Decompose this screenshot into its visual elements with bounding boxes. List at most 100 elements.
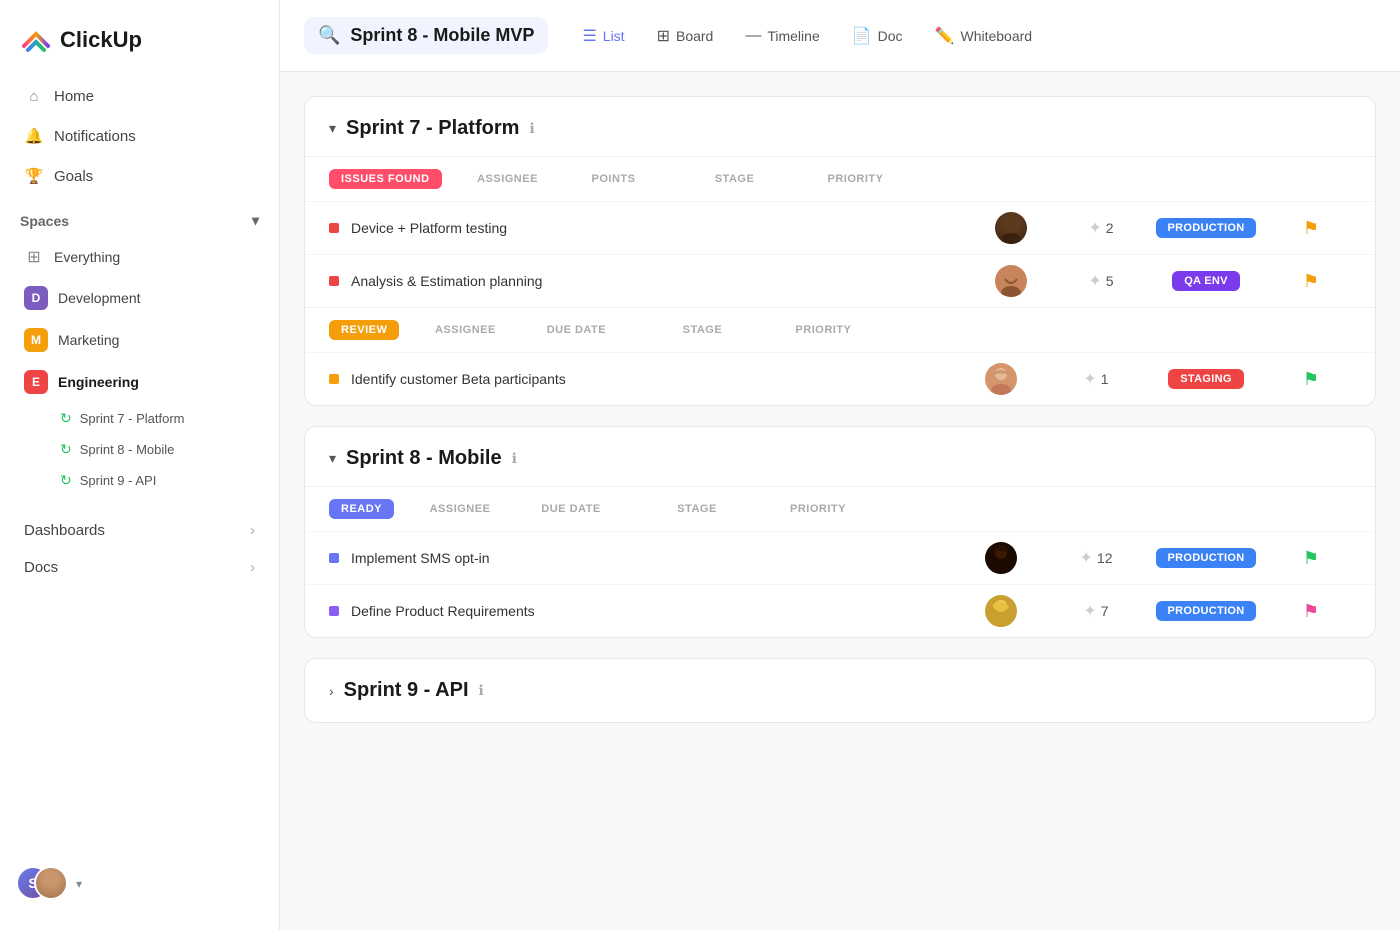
avatar — [995, 265, 1027, 297]
task-stage: QA ENV — [1141, 271, 1271, 291]
task-dot — [329, 223, 339, 233]
sidebar-item-development-label: Development — [58, 290, 141, 306]
sidebar-item-home[interactable]: ⌂ Home — [12, 76, 267, 116]
sidebar-sprint7[interactable]: ↻ Sprint 7 - Platform — [12, 404, 267, 433]
sprint8-icon: ↻ — [60, 441, 72, 458]
stage-badge: PRODUCTION — [1156, 548, 1257, 568]
task-duedate: ✦ 1 — [1051, 369, 1141, 389]
tab-list-label: List — [603, 28, 625, 44]
priority-flag-icon: ⚑ — [1303, 548, 1319, 569]
col-priority-header3: PRIORITY — [778, 503, 858, 515]
trophy-icon: 🏆 — [24, 166, 44, 186]
search-icon: 🔍 — [318, 25, 340, 46]
sidebar-sprint8[interactable]: ↻ Sprint 8 - Mobile — [12, 435, 267, 464]
timeline-icon: — — [745, 27, 761, 45]
duedate-icon3: ✦ — [1083, 601, 1096, 621]
task-priority: ⚑ — [1271, 601, 1351, 622]
task-duedate: ✦ 7 — [1051, 601, 1141, 621]
task-points: ✦ 5 — [1061, 271, 1141, 291]
sidebar-item-development[interactable]: D Development — [12, 278, 267, 318]
sprint7-header: ▾ Sprint 7 - Platform ℹ — [305, 97, 1375, 156]
task-priority: ⚑ — [1271, 218, 1351, 239]
sidebar-bottom-nav: Dashboards › Docs › — [0, 504, 279, 594]
stage-badge: PRODUCTION — [1156, 218, 1257, 238]
stage-badge: PRODUCTION — [1156, 601, 1257, 621]
sprint8-title: Sprint 8 - Mobile — [346, 447, 502, 470]
topbar-title-area[interactable]: 🔍 Sprint 8 - Mobile MVP — [304, 17, 548, 54]
table-row[interactable]: Identify customer Beta participants ✦ 1 … — [305, 352, 1375, 405]
task-name: Identify customer Beta participants — [351, 371, 951, 387]
sprint7-issues-header: ISSUES FOUND ASSIGNEE POINTS STAGE PRIOR… — [305, 157, 1375, 201]
task-priority: ⚑ — [1271, 548, 1351, 569]
sprint9-card: › Sprint 9 - API ℹ — [304, 658, 1376, 723]
col-points-header: POINTS — [574, 173, 654, 185]
sprint9-info-icon[interactable]: ℹ — [479, 682, 484, 699]
sprint9-expand-button[interactable]: › — [329, 683, 334, 699]
sprint8-collapse-button[interactable]: ▾ — [329, 450, 336, 467]
sprint9-title: Sprint 9 - API — [344, 679, 469, 702]
sidebar-sprint9-label: Sprint 9 - API — [80, 473, 157, 488]
task-stage: PRODUCTION — [1141, 218, 1271, 238]
user-profile[interactable]: S ▾ — [0, 854, 279, 914]
task-stage: PRODUCTION — [1141, 548, 1271, 568]
tab-doc[interactable]: 📄 Doc — [838, 18, 917, 54]
sidebar-item-notifications[interactable]: 🔔 Notifications — [12, 116, 267, 156]
table-row[interactable]: Device + Platform testing ✦ 2 PRODUCTION — [305, 201, 1375, 254]
marketing-badge: M — [24, 328, 48, 352]
tab-list[interactable]: ☰ List — [568, 18, 638, 54]
sidebar-sprint9[interactable]: ↻ Sprint 9 - API — [12, 466, 267, 495]
priority-flag-icon: ⚑ — [1303, 369, 1319, 390]
table-row[interactable]: Analysis & Estimation planning ✦ 5 QA EN… — [305, 254, 1375, 307]
sidebar-item-everything[interactable]: ⊞ Everything — [12, 238, 267, 276]
sidebar-sprint7-label: Sprint 7 - Platform — [80, 411, 185, 426]
col-duedate-header: DUE DATE — [531, 324, 621, 336]
task-stage: STAGING — [1141, 369, 1271, 389]
avatar — [985, 595, 1017, 627]
sprint7-collapse-button[interactable]: ▾ — [329, 120, 336, 137]
task-assignee — [951, 542, 1051, 574]
sidebar-item-marketing[interactable]: M Marketing — [12, 320, 267, 360]
sprint8-ready-group: READY ASSIGNEE DUE DATE STAGE PRIORITY I… — [305, 486, 1375, 637]
priority-flag-icon: ⚑ — [1303, 271, 1319, 292]
tab-board[interactable]: ⊞ Board — [643, 18, 728, 54]
sprint7-issues-group: ISSUES FOUND ASSIGNEE POINTS STAGE PRIOR… — [305, 156, 1375, 307]
tab-timeline[interactable]: — Timeline — [731, 19, 833, 53]
task-dot — [329, 276, 339, 286]
tab-board-label: Board — [676, 28, 713, 44]
spaces-header[interactable]: Spaces ▾ — [20, 212, 259, 229]
sidebar-item-home-label: Home — [54, 88, 94, 105]
avatar — [985, 542, 1017, 574]
tab-timeline-label: Timeline — [767, 28, 819, 44]
logo[interactable]: ClickUp — [0, 16, 279, 76]
topbar: 🔍 Sprint 8 - Mobile MVP ☰ List ⊞ Board —… — [280, 0, 1400, 72]
col-duedate-header2: DUE DATE — [526, 503, 616, 515]
col-stage-header3: STAGE — [632, 503, 762, 515]
points-value: 5 — [1106, 273, 1114, 289]
col-stage-header2: STAGE — [637, 324, 767, 336]
task-name: Define Product Requirements — [351, 603, 951, 619]
chevron-right-icon: › — [250, 522, 255, 539]
task-duedate: ✦ 12 — [1051, 548, 1141, 568]
sprint8-card: ▾ Sprint 8 - Mobile ℹ READY ASSIGNEE DUE… — [304, 426, 1376, 638]
sidebar-item-dashboards[interactable]: Dashboards › — [12, 512, 267, 549]
sprint7-title: Sprint 7 - Platform — [346, 117, 519, 140]
ready-label: READY — [329, 499, 394, 519]
sidebar-item-engineering-label: Engineering — [58, 374, 139, 390]
duedate-value2: 12 — [1097, 550, 1113, 566]
sidebar-item-engineering[interactable]: E Engineering — [12, 362, 267, 402]
points-icon: ✦ — [1088, 218, 1101, 238]
app-name: ClickUp — [60, 27, 142, 53]
sidebar-item-docs[interactable]: Docs › — [12, 549, 267, 586]
user-avatars: S — [16, 866, 68, 902]
tab-whiteboard[interactable]: ✏️ Whiteboard — [921, 18, 1047, 54]
sprint8-info-icon[interactable]: ℹ — [512, 450, 517, 467]
points-icon: ✦ — [1088, 271, 1101, 291]
whiteboard-icon: ✏️ — [935, 26, 955, 46]
table-row[interactable]: Define Product Requirements ✦ 7 PRODUCTI… — [305, 584, 1375, 637]
task-name: Device + Platform testing — [351, 220, 961, 236]
sidebar-item-goals-label: Goals — [54, 168, 93, 185]
table-row[interactable]: Implement SMS opt-in ✦ 12 PRODUCTION — [305, 531, 1375, 584]
sidebar-item-goals[interactable]: 🏆 Goals — [12, 156, 267, 196]
sprint8-ready-header: READY ASSIGNEE DUE DATE STAGE PRIORITY — [305, 487, 1375, 531]
sprint7-info-icon[interactable]: ℹ — [529, 120, 534, 137]
